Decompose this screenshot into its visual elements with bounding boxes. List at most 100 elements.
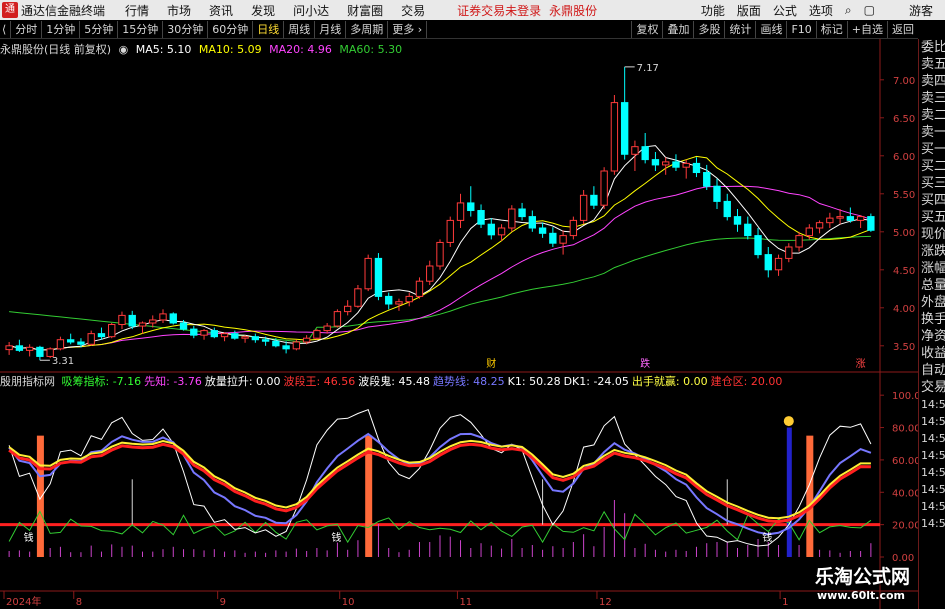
- date-tick-label: 1: [782, 597, 788, 608]
- candle-body: [323, 325, 331, 332]
- menu-item-zixun[interactable]: 资讯: [209, 2, 233, 19]
- quote-field-8[interactable]: 买三: [919, 175, 945, 192]
- quote-field-12[interactable]: 涨跌: [919, 243, 945, 260]
- quote-field-11[interactable]: 现价: [919, 226, 945, 243]
- tool-duogu[interactable]: 多股: [693, 21, 724, 38]
- menu-item-banmian[interactable]: 版面: [737, 2, 761, 19]
- candle-body: [108, 324, 116, 338]
- menu-item-caifuquan[interactable]: 财富圈: [347, 2, 383, 19]
- kline-chart[interactable]: 7.00 6.50 6.00 5.50 5.00 4.50 4.00 3.50 7.17 3.3…: [0, 39, 918, 609]
- date-tick-label: 9: [220, 597, 226, 608]
- indicator-tick-label: 40.00: [892, 488, 918, 499]
- quote-field-18[interactable]: 收益: [919, 345, 945, 362]
- chart-tools: 复权 叠加 多股 统计 画线 F10 标记 +自选 返回: [631, 20, 918, 39]
- period-monthly[interactable]: 月线: [315, 20, 347, 38]
- candle-body: [374, 257, 383, 297]
- tool-add-watchlist[interactable]: +自选: [846, 21, 887, 38]
- menu-item-gongshi[interactable]: 公式: [773, 2, 797, 19]
- tool-tongji[interactable]: 统计: [724, 21, 755, 38]
- period-1min[interactable]: 1分钟: [42, 20, 81, 38]
- candle-body: [149, 319, 157, 324]
- period-fenshi[interactable]: 分时: [11, 20, 43, 38]
- quote-field-2[interactable]: 卖四: [919, 73, 945, 90]
- candle-body: [272, 340, 280, 347]
- candle-body: [569, 219, 578, 237]
- candle-body: [662, 161, 670, 166]
- period-5min[interactable]: 5分钟: [80, 20, 119, 38]
- period-weekly[interactable]: 周线: [284, 20, 316, 38]
- candle-body: [190, 328, 198, 336]
- trade-login-status[interactable]: 证券交易未登录: [457, 2, 541, 19]
- period-30min[interactable]: 30分钟: [163, 20, 209, 38]
- quote-field-16[interactable]: 换手: [919, 311, 945, 328]
- candle-body: [620, 102, 629, 155]
- quote-field-13[interactable]: 涨幅: [919, 260, 945, 277]
- candle-body: [682, 162, 690, 168]
- quote-field-17[interactable]: 净资: [919, 328, 945, 345]
- quote-field-14[interactable]: 总量: [919, 277, 945, 294]
- indicator-tick-label: 0.00: [892, 553, 914, 564]
- quote-field-9[interactable]: 买四: [919, 192, 945, 209]
- candle-body: [733, 216, 742, 225]
- period-toolbar: ⟨ 分时 1分钟 5分钟 15分钟 30分钟 60分钟 日线 周线 月线 多周期…: [0, 20, 918, 39]
- candle-body: [436, 241, 444, 267]
- search-icon[interactable]: ⌕: [845, 3, 852, 18]
- tool-huaxian[interactable]: 画线: [755, 21, 786, 38]
- quote-field-3[interactable]: 卖三: [919, 90, 945, 107]
- candle-body: [487, 223, 495, 236]
- tool-fuquan[interactable]: 复权: [631, 21, 662, 38]
- quote-field-15[interactable]: 外盘: [919, 294, 945, 311]
- blue-signal-bar: [786, 427, 792, 557]
- trade-time-0: 14:56: [921, 398, 945, 411]
- candle-body: [610, 102, 619, 172]
- quote-field-20[interactable]: 交易: [919, 379, 945, 396]
- quote-field-0[interactable]: 委比: [919, 39, 945, 56]
- indicator-tick-label: 60.00: [892, 456, 918, 467]
- collapse-icon[interactable]: ⟨: [0, 20, 12, 38]
- period-more[interactable]: 更多 ›: [388, 20, 428, 38]
- tool-back[interactable]: 返回: [887, 21, 918, 38]
- candle-body: [241, 336, 249, 339]
- menu-item-shichang[interactable]: 市场: [167, 2, 191, 19]
- quote-field-4[interactable]: 卖二: [919, 107, 945, 124]
- tool-biaoji[interactable]: 标记: [815, 21, 847, 38]
- app-logo-icon: 通: [2, 2, 18, 18]
- guest-label[interactable]: 游客: [909, 2, 933, 19]
- quote-field-7[interactable]: 买二: [919, 158, 945, 175]
- tool-f10[interactable]: F10: [786, 21, 815, 38]
- quote-field-6[interactable]: 买一: [919, 141, 945, 158]
- menu-item-wenxiaoda[interactable]: 问小达: [293, 2, 329, 19]
- tool-diejia[interactable]: 叠加: [662, 21, 693, 38]
- candle-body: [251, 336, 260, 341]
- menu-right-group: 功能 版面 公式 选项 ⌕ ▢ 游客: [701, 0, 945, 20]
- trade-time-2: 14:56: [921, 432, 945, 445]
- date-tick-label: 12: [599, 597, 612, 608]
- chushou-line: [8, 439, 871, 520]
- period-15min[interactable]: 15分钟: [118, 20, 164, 38]
- period-multi[interactable]: 多周期: [346, 20, 389, 38]
- quote-field-19[interactable]: 自动: [919, 362, 945, 379]
- price-tick-label: 6.50: [893, 114, 915, 125]
- menu-item-hangqing[interactable]: 行情: [125, 2, 149, 19]
- candle-body: [15, 345, 24, 351]
- period-daily[interactable]: 日线: [253, 20, 285, 38]
- event-marker-2: 涨: [856, 358, 866, 370]
- quote-field-5[interactable]: 卖一: [919, 124, 945, 141]
- quote-field-1[interactable]: 卖五: [919, 56, 945, 73]
- candle-body: [313, 330, 321, 339]
- period-60min[interactable]: 60分钟: [208, 20, 254, 38]
- candle-body: [641, 146, 649, 161]
- candle-body: [713, 185, 721, 202]
- app-title: 通达信金融终端: [21, 3, 106, 18]
- menu-item-faxian[interactable]: 发现: [251, 2, 275, 19]
- minimize-icon[interactable]: ▢: [864, 3, 875, 17]
- candle-body: [364, 257, 372, 290]
- candle-body: [600, 170, 608, 206]
- quote-field-10[interactable]: 买五: [919, 209, 945, 226]
- menu-item-jiaoyi[interactable]: 交易: [401, 2, 425, 19]
- candle-body: [179, 322, 188, 330]
- candle-body: [159, 313, 167, 321]
- menu-item-gongneng[interactable]: 功能: [701, 2, 725, 19]
- menu-item-xuanxiang[interactable]: 选项: [809, 2, 833, 19]
- candle-body: [651, 159, 660, 166]
